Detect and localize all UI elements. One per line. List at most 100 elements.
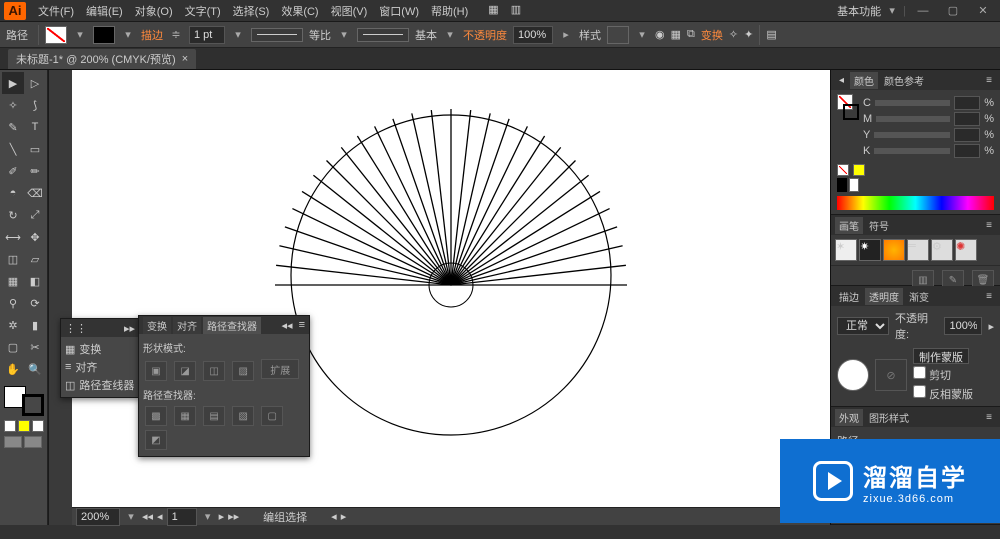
black-swatch[interactable] <box>837 178 847 192</box>
brush-tool[interactable]: ✐ <box>2 160 24 182</box>
gradient-tool[interactable]: ◧ <box>24 270 46 292</box>
m-value[interactable] <box>954 112 980 126</box>
collapsed-align[interactable]: ≡对齐 <box>65 359 135 375</box>
page-input[interactable] <box>167 508 197 526</box>
none-mode-btn[interactable] <box>32 420 44 432</box>
tab-symbols[interactable]: 符号 <box>865 217 893 234</box>
artboard-tool[interactable]: ▢ <box>2 336 24 358</box>
opacity-input[interactable] <box>513 26 553 44</box>
panel-icon[interactable]: ▤ <box>766 28 776 41</box>
direct-select-tool[interactable]: ▷ <box>24 72 46 94</box>
y-value[interactable] <box>954 128 980 142</box>
arrow-icon[interactable]: ◂ <box>835 74 848 87</box>
minimize-button[interactable]: — <box>910 2 936 20</box>
y-slider[interactable] <box>874 132 950 138</box>
tab-close-button[interactable]: × <box>182 53 188 65</box>
line-tool[interactable]: ╲ <box>2 138 24 160</box>
menu-select[interactable]: 选择(S) <box>229 1 274 21</box>
chevron-down-icon[interactable]: ▾ <box>73 28 87 41</box>
opacity-label[interactable]: 不透明度 <box>463 27 507 43</box>
width-tool[interactable]: ⟷ <box>2 226 24 248</box>
blend-mode-select[interactable]: 正常 <box>837 317 889 335</box>
pen-tool[interactable]: ✎ <box>2 116 24 138</box>
exclude-button[interactable]: ▨ <box>232 361 254 381</box>
m-slider[interactable] <box>876 116 950 122</box>
hand-tool[interactable]: ✋ <box>2 358 24 380</box>
eraser-tool[interactable]: ⌫ <box>24 182 46 204</box>
screen-mode-btn[interactable] <box>24 436 42 448</box>
workspace-switcher[interactable]: 基本功能 <box>837 3 881 19</box>
spectrum[interactable] <box>837 196 994 210</box>
expand-button[interactable]: 扩展 <box>261 359 299 379</box>
menu-help[interactable]: 帮助(H) <box>427 1 472 21</box>
brush-item[interactable]: ✺ <box>955 239 977 261</box>
stroke-weight-input[interactable] <box>189 26 225 44</box>
outline-button[interactable]: ▢ <box>261 406 283 426</box>
merge-button[interactable]: ▤ <box>203 406 225 426</box>
tab-appearance[interactable]: 外观 <box>835 409 863 426</box>
chevron-down-icon[interactable]: ▾ <box>121 28 135 41</box>
pencil-tool[interactable]: ✏ <box>24 160 46 182</box>
object-thumb[interactable] <box>837 359 869 391</box>
panel-grip-icon[interactable]: ⋮⋮ <box>65 322 87 335</box>
perspective-tool[interactable]: ▱ <box>24 248 46 270</box>
k-slider[interactable] <box>874 148 950 154</box>
clip-checkbox[interactable]: 剪切 <box>913 366 973 383</box>
menu-window[interactable]: 窗口(W) <box>375 1 423 21</box>
chevron-down-icon[interactable]: ▾ <box>885 4 899 17</box>
tab-transform[interactable]: 变换 <box>143 317 171 334</box>
mask-thumb[interactable]: ⊘ <box>875 359 907 391</box>
fill-stroke-control[interactable] <box>2 384 46 418</box>
brush-item[interactable]: ✶ <box>835 239 857 261</box>
tab-align[interactable]: 对齐 <box>173 317 201 334</box>
free-transform-tool[interactable]: ✥ <box>24 226 46 248</box>
panel-menu-icon[interactable]: ≡ <box>982 411 996 424</box>
brush-item[interactable]: ═ <box>907 239 929 261</box>
nav-prev-icon[interactable]: ◂ <box>331 510 337 523</box>
slice-tool[interactable]: ✂ <box>24 336 46 358</box>
unite-button[interactable]: ▣ <box>145 361 167 381</box>
tab-color[interactable]: 颜色 <box>850 72 878 89</box>
shape-builder-tool[interactable]: ◫ <box>2 248 24 270</box>
brush-definition[interactable] <box>357 28 409 42</box>
blend-tool[interactable]: ⟳ <box>24 292 46 314</box>
align-icon[interactable]: ▦ <box>671 28 681 41</box>
nav-next-icon[interactable]: ▸ <box>341 510 347 523</box>
document-tab[interactable]: 未标题-1* @ 200% (CMYK/预览) × <box>8 49 196 69</box>
lasso-tool[interactable]: ⟆ <box>24 94 46 116</box>
minus-back-button[interactable]: ◩ <box>145 430 167 450</box>
blob-brush-tool[interactable]: ◓ <box>2 182 24 204</box>
zoom-input[interactable] <box>76 508 120 526</box>
rectangle-tool[interactable]: ▭ <box>24 138 46 160</box>
nav-prev-icon[interactable]: ◂ <box>157 510 163 523</box>
brush-item[interactable] <box>883 239 905 261</box>
tab-stroke[interactable]: 描边 <box>835 288 863 305</box>
menu-edit[interactable]: 编辑(E) <box>82 1 127 21</box>
collapsed-transform[interactable]: ▦变换 <box>65 341 135 357</box>
recolor-icon[interactable]: ◉ <box>655 28 665 41</box>
nav-next-icon[interactable]: ▸ <box>219 510 225 523</box>
layout-icon[interactable]: ▥ <box>507 1 525 21</box>
divide-button[interactable]: ▩ <box>145 406 167 426</box>
scale-tool[interactable]: ⤢ <box>24 204 46 226</box>
nav-prev-icon[interactable]: ◂◂ <box>142 510 153 523</box>
c-value[interactable] <box>954 96 980 110</box>
mesh-tool[interactable]: ▦ <box>2 270 24 292</box>
layout-icon[interactable]: ▦ <box>484 1 502 21</box>
invert-checkbox[interactable]: 反相蒙版 <box>913 385 973 402</box>
nav-next-icon[interactable]: ▸▸ <box>228 510 239 523</box>
color-mode-btn[interactable] <box>4 420 16 432</box>
draw-mode-btn[interactable] <box>4 436 22 448</box>
collapse-icon[interactable]: ◂◂ <box>282 319 293 332</box>
panel-menu-icon[interactable]: ≡ <box>982 74 996 87</box>
c-slider[interactable] <box>875 100 950 106</box>
close-button[interactable]: ✕ <box>970 2 996 20</box>
stroke-label[interactable]: 描边 <box>141 27 163 43</box>
maximize-button[interactable]: ▢ <box>940 2 966 20</box>
chevron-down-icon[interactable]: ▾ <box>124 510 138 523</box>
tab-pathfinder[interactable]: 路径查找器 <box>203 317 261 334</box>
style-swatch[interactable] <box>607 26 629 44</box>
rotate-tool[interactable]: ↻ <box>2 204 24 226</box>
gradient-mode-btn[interactable] <box>18 420 30 432</box>
brush-item[interactable]: ✷ <box>859 239 881 261</box>
